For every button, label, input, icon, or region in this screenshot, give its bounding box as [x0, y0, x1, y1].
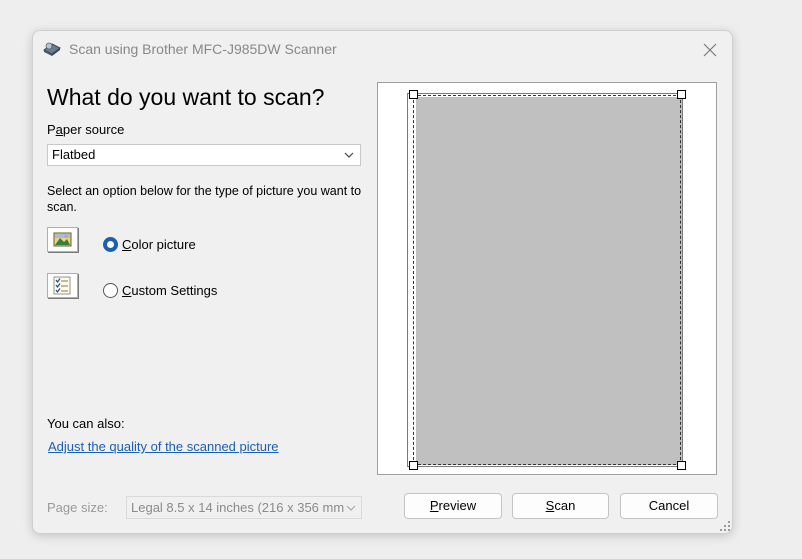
color-picture-option[interactable]: Color picture — [103, 235, 196, 253]
scan-dialog: Scan using Brother MFC-J985DW Scanner Wh… — [32, 30, 733, 534]
paper-source-label: Paper source — [47, 122, 125, 137]
page-size-label: Page size: — [47, 500, 108, 515]
page-size-value: Legal 8.5 x 14 inches (216 x 356 mm — [131, 500, 345, 515]
resize-grip-icon[interactable] — [719, 520, 731, 532]
title-bar[interactable]: Scan using Brother MFC-J985DW Scanner — [33, 31, 732, 67]
page-title: What do you want to scan? — [47, 84, 325, 110]
scan-button[interactable]: Scan — [512, 493, 609, 519]
page-size-dropdown: Legal 8.5 x 14 inches (216 x 356 mm — [126, 496, 362, 519]
crop-handle-bottom-right[interactable] — [677, 461, 686, 470]
close-button[interactable] — [699, 39, 721, 61]
also-label: You can also: — [47, 416, 125, 431]
window-title: Scan using Brother MFC-J985DW Scanner — [69, 41, 337, 57]
preview-button[interactable]: Preview — [404, 493, 502, 519]
chevron-down-icon — [344, 152, 354, 158]
custom-settings-label: Custom Settings — [122, 282, 218, 298]
crop-handle-bottom-left[interactable] — [409, 461, 418, 470]
color-picture-icon — [47, 227, 78, 252]
custom-settings-icon — [47, 273, 78, 298]
crop-handle-top-right[interactable] — [677, 90, 686, 99]
scan-region[interactable] — [413, 95, 681, 465]
scan-preview-area[interactable] — [377, 82, 717, 475]
chevron-down-icon — [346, 505, 356, 511]
crop-handle-top-left[interactable] — [409, 90, 418, 99]
paper-source-value: Flatbed — [52, 147, 96, 162]
custom-settings-radio[interactable] — [103, 282, 118, 298]
color-picture-radio[interactable] — [103, 236, 118, 252]
close-icon — [703, 43, 717, 57]
scanner-app-icon — [42, 40, 62, 58]
cancel-button[interactable]: Cancel — [620, 493, 718, 519]
adjust-quality-link[interactable]: Adjust the quality of the scanned pictur… — [48, 439, 279, 454]
color-picture-label: Color picture — [122, 236, 196, 252]
custom-settings-option[interactable]: Custom Settings — [103, 281, 217, 299]
paper-source-dropdown[interactable]: Flatbed — [47, 144, 361, 166]
scan-type-description: Select an option below for the type of p… — [47, 184, 362, 214]
